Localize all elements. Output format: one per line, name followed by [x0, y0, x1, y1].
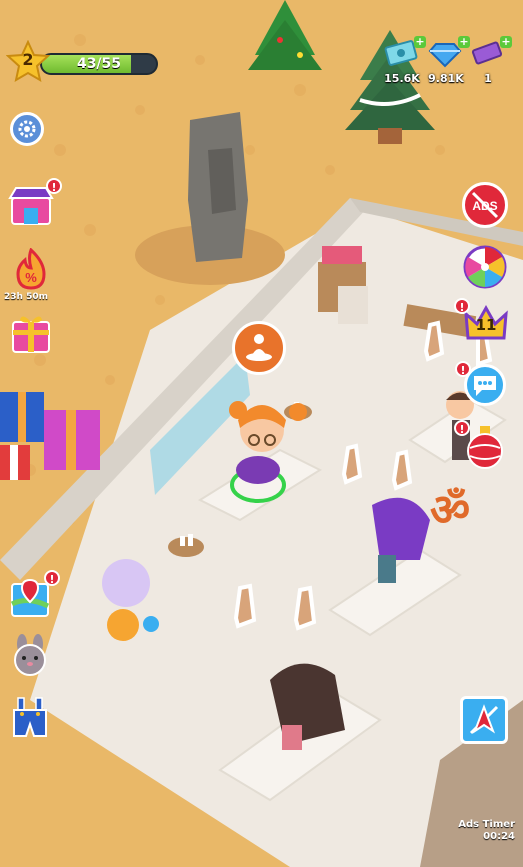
svg-text:%: %	[25, 270, 37, 285]
overalls-icon	[13, 697, 47, 737]
gift-pack-button[interactable]	[10, 310, 52, 354]
meditation-zone-marker[interactable]	[232, 321, 286, 375]
chat-icon	[474, 376, 496, 396]
ticket-value: 1	[484, 72, 492, 85]
ads-timer-label: Ads Timer	[458, 819, 515, 830]
no-ads-icon: ADS	[471, 191, 499, 219]
purple-orb	[102, 559, 150, 607]
gift-icon	[12, 316, 50, 353]
vip-crown-button[interactable]: 11 !	[454, 298, 508, 344]
shop-button[interactable]: !	[8, 178, 62, 228]
om-symbol-icon: ॐ	[430, 485, 471, 536]
navigation-button[interactable]	[460, 696, 508, 744]
ornament-icon	[467, 426, 503, 469]
diamond-icon	[428, 43, 462, 68]
christmas-tree-top	[248, 0, 322, 70]
game-scene	[0, 0, 523, 867]
gear-icon	[18, 120, 36, 138]
settings-button[interactable]	[10, 112, 44, 146]
add-ticket-button[interactable]: +	[500, 36, 512, 48]
ads-timer: Ads Timer 00:24	[458, 819, 515, 843]
spin-wheel-button[interactable]	[462, 244, 508, 290]
shop-notification-badge: !	[46, 178, 62, 194]
special-offer-button[interactable]: %	[10, 248, 52, 290]
moai-statue	[135, 112, 285, 285]
pet-button[interactable]	[8, 634, 52, 678]
vip-notification-badge: !	[454, 298, 470, 314]
blue-orb	[143, 616, 159, 632]
xp-progress-bar: 43/55	[40, 53, 158, 75]
remove-ads-button[interactable]: ADS	[462, 182, 508, 228]
ticket-counter[interactable]: + 1	[460, 36, 516, 90]
map-notification-badge: !	[44, 570, 60, 586]
vip-level: 11	[475, 316, 497, 334]
event-notification-badge: !	[454, 420, 470, 436]
navigation-arrow-icon	[469, 704, 499, 735]
chat-notification-badge: !	[455, 361, 471, 377]
special-offer-timer: 23h 50m	[4, 292, 48, 302]
ads-timer-value: 00:24	[483, 831, 515, 842]
christmas-event-button[interactable]: !	[454, 420, 506, 470]
outfit-button[interactable]	[8, 694, 52, 740]
cash-icon	[384, 40, 418, 66]
ticket-icon	[471, 41, 503, 65]
player-level: 2	[22, 50, 34, 69]
discount-fire-icon: %	[16, 248, 46, 290]
bunny-icon	[14, 634, 46, 676]
chat-button[interactable]: !	[455, 361, 506, 406]
map-button[interactable]: !	[8, 570, 60, 620]
spin-wheel-icon	[463, 245, 507, 289]
xp-text: 43/55	[76, 56, 122, 72]
player-level-bar: 43/55 2	[6, 40, 158, 84]
orange-orb	[107, 609, 139, 641]
gift-boxes	[0, 392, 100, 480]
meditation-icon	[246, 334, 272, 361]
